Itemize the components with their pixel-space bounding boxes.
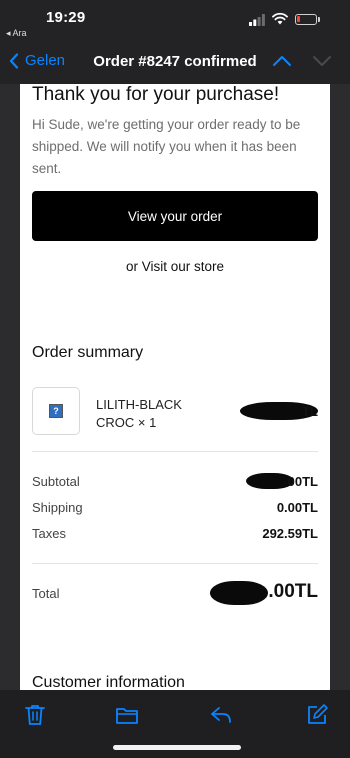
view-order-button[interactable]: View your order — [32, 191, 318, 241]
taxes-value: 292.59TL — [262, 526, 318, 541]
order-summary-title: Order summary — [32, 344, 144, 361]
shipping-label: Shipping — [32, 500, 83, 515]
compose-icon[interactable] — [304, 702, 330, 728]
wifi-icon — [272, 12, 288, 25]
trash-icon[interactable] — [22, 702, 48, 728]
redaction-mark — [210, 581, 268, 605]
battery-level — [297, 16, 300, 22]
previous-message-chevron-up-icon[interactable] — [272, 55, 292, 67]
total-label: Total — [32, 586, 60, 601]
customer-information-title: Customer information — [32, 674, 185, 690]
email-body: Thank you for your purchase! Hi Sude, we… — [20, 84, 330, 690]
product-name: LILITH-BLACK CROC × 1 — [96, 397, 182, 430]
email-heading: Thank you for your purchase! — [32, 84, 280, 105]
reply-icon[interactable] — [208, 702, 234, 728]
divider — [32, 563, 318, 564]
battery-terminal — [318, 17, 320, 22]
email-intro-text: Hi Sude, we're getting your order ready … — [32, 117, 301, 176]
folder-icon[interactable] — [114, 702, 140, 728]
broken-image-icon: ? — [49, 404, 63, 418]
subtotal-value: 00TL — [287, 474, 318, 489]
divider — [32, 451, 318, 452]
shipping-value: 0.00TL — [276, 500, 318, 515]
battery-icon — [295, 14, 317, 25]
product-thumbnail[interactable]: ? — [32, 387, 80, 435]
page-title: Order #8247 confirmed — [93, 53, 257, 70]
visit-store-link[interactable]: or Visit our store — [20, 259, 330, 274]
home-indicator[interactable] — [113, 745, 241, 750]
total-value: .00TL — [268, 581, 318, 602]
cellular-signal-icon — [249, 14, 265, 26]
back-to-app-link[interactable]: ◂ Ara — [6, 28, 27, 39]
taxes-label: Taxes — [32, 526, 66, 541]
header: 19:29 ◂ Ara Gelen Order #8247 confirmed — [0, 0, 350, 84]
subtotal-label: Subtotal — [32, 474, 80, 489]
status-time: 19:29 — [46, 9, 86, 26]
product-price: TL — [302, 404, 318, 419]
next-message-chevron-down-icon[interactable] — [312, 55, 332, 67]
